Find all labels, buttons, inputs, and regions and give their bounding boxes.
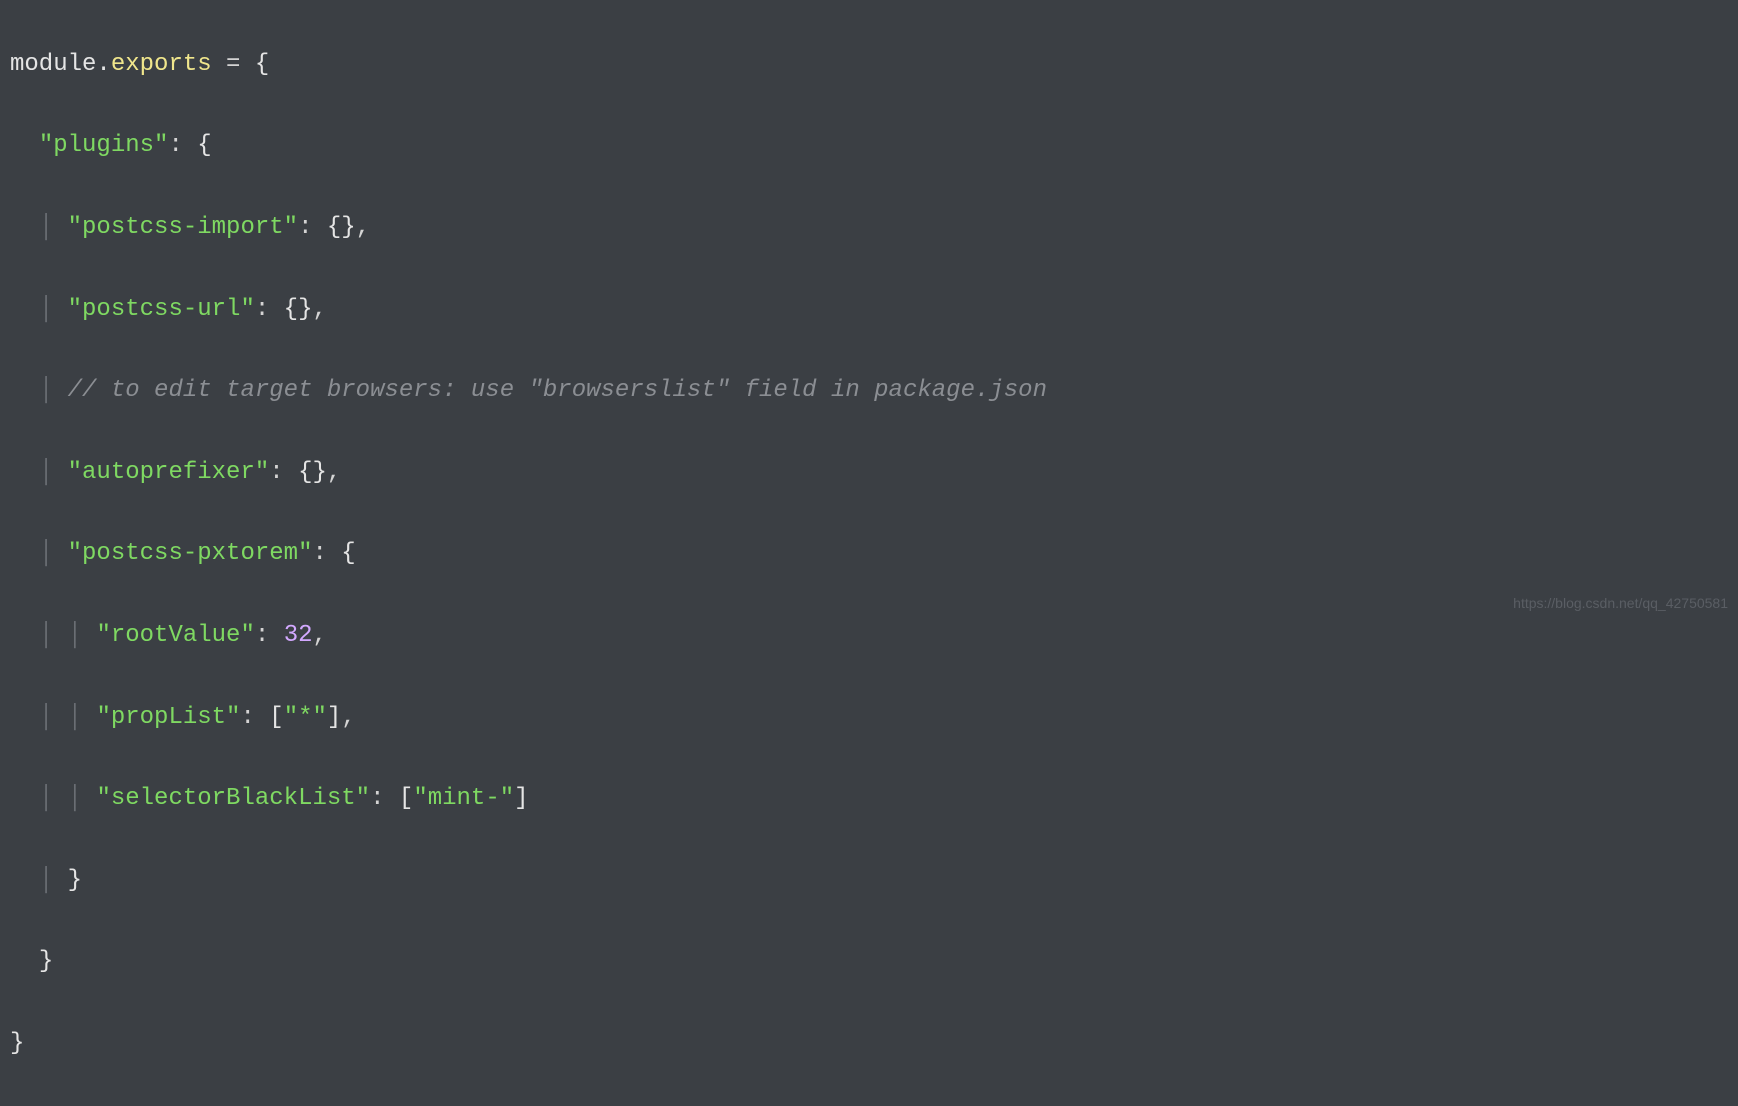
token-key: "postcss-url" xyxy=(68,296,255,323)
token-key: "rootValue" xyxy=(96,622,254,649)
token-equals: = xyxy=(212,51,255,78)
token-brace: } xyxy=(68,867,82,894)
code-editor[interactable]: module.exports = { "plugins": { │ "postc… xyxy=(0,4,1738,1106)
code-line-1: module.exports = { xyxy=(0,45,1738,86)
indent: │ xyxy=(10,459,68,486)
code-line-13: } xyxy=(0,1024,1738,1065)
code-line-11: │ } xyxy=(0,861,1738,902)
indent xyxy=(10,132,39,159)
code-line-2: "plugins": { xyxy=(0,126,1738,167)
indent: │ │ xyxy=(10,785,96,812)
token-key: "propList" xyxy=(96,704,240,731)
token-colon: : xyxy=(312,540,341,567)
token-value: {} xyxy=(284,296,313,323)
indent: │ xyxy=(10,214,68,241)
token-key: "postcss-import" xyxy=(68,214,298,241)
token-comma: , xyxy=(312,296,326,323)
code-line-4: │ "postcss-url": {}, xyxy=(0,290,1738,331)
token-colon: : xyxy=(298,214,327,241)
indent: │ xyxy=(10,540,68,567)
token-value: {} xyxy=(327,214,356,241)
token-colon: : xyxy=(370,785,399,812)
token-colon: : xyxy=(269,459,298,486)
token-dot: . xyxy=(96,51,110,78)
indent: │ xyxy=(10,377,68,404)
token-colon: : xyxy=(168,132,197,159)
token-colon: : xyxy=(240,704,269,731)
token-brace: { xyxy=(197,132,211,159)
token-rbracket: ] xyxy=(514,785,528,812)
token-comma: , xyxy=(313,622,327,649)
token-colon: : xyxy=(255,622,284,649)
token-comma: , xyxy=(356,214,370,241)
token-key: "autoprefixer" xyxy=(68,459,270,486)
token-brace: } xyxy=(39,948,53,975)
token-key: "selectorBlackList" xyxy=(96,785,370,812)
token-comma: , xyxy=(327,459,341,486)
code-line-7: │ "postcss-pxtorem": { xyxy=(0,534,1738,575)
token-brace: } xyxy=(10,1030,24,1057)
watermark: https://blog.csdn.net/qq_42750581 xyxy=(1513,592,1728,616)
indent: │ xyxy=(10,867,68,894)
token-brace: { xyxy=(341,540,355,567)
token-comma: , xyxy=(341,704,355,731)
token-lbracket: [ xyxy=(269,704,283,731)
token-rbracket: ] xyxy=(327,704,341,731)
indent: │ │ xyxy=(10,622,96,649)
token-value: {} xyxy=(298,459,327,486)
code-line-9: │ │ "propList": ["*"], xyxy=(0,698,1738,739)
code-line-3: │ "postcss-import": {}, xyxy=(0,208,1738,249)
token-string: "mint-" xyxy=(413,785,514,812)
indent: │ xyxy=(10,296,68,323)
token-brace: { xyxy=(255,51,269,78)
code-line-5: │ // to edit target browsers: use "brows… xyxy=(0,371,1738,412)
token-module: module xyxy=(10,51,96,78)
token-comment: // to edit target browsers: use "browser… xyxy=(68,377,1047,404)
token-string: "*" xyxy=(284,704,327,731)
token-key: "postcss-pxtorem" xyxy=(68,540,313,567)
code-line-6: │ "autoprefixer": {}, xyxy=(0,453,1738,494)
token-colon: : xyxy=(255,296,284,323)
code-line-10: │ │ "selectorBlackList": ["mint-"] xyxy=(0,779,1738,820)
indent: │ │ xyxy=(10,704,96,731)
token-number: 32 xyxy=(284,622,313,649)
token-key: "plugins" xyxy=(39,132,169,159)
code-line-8: │ │ "rootValue": 32, xyxy=(0,616,1738,657)
token-exports: exports xyxy=(111,51,212,78)
token-lbracket: [ xyxy=(399,785,413,812)
indent xyxy=(10,948,39,975)
code-line-12: } xyxy=(0,942,1738,983)
